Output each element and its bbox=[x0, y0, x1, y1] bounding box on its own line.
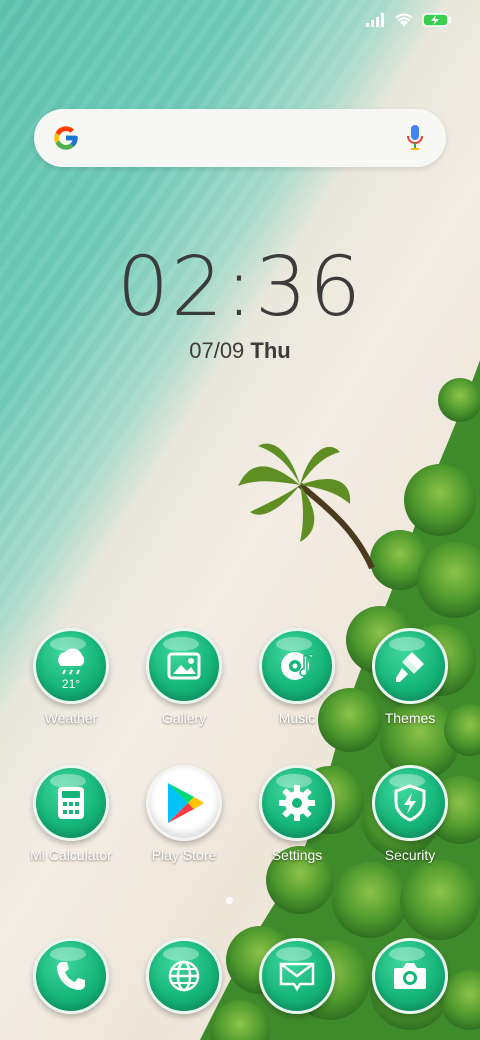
camera-icon bbox=[372, 938, 448, 1014]
app-security[interactable]: Security bbox=[355, 765, 465, 863]
dock-browser[interactable] bbox=[129, 938, 239, 1014]
date-text: 07/09 bbox=[189, 338, 245, 363]
paintbrush-icon bbox=[372, 628, 448, 704]
signal-icon bbox=[366, 13, 384, 27]
day-text: Thu bbox=[250, 338, 291, 363]
app-label: Music bbox=[278, 710, 316, 726]
app-mi-calculator[interactable]: Mi Calculator bbox=[16, 765, 126, 863]
app-label: Themes bbox=[384, 710, 436, 726]
dock-camera[interactable] bbox=[355, 938, 465, 1014]
app-label: Gallery bbox=[161, 710, 207, 726]
messages-envelope-icon bbox=[259, 938, 335, 1014]
search-bar[interactable] bbox=[34, 109, 446, 167]
clock-date[interactable]: 07/09 Thu bbox=[0, 338, 480, 364]
music-disc-icon bbox=[259, 628, 335, 704]
google-logo[interactable] bbox=[52, 124, 80, 152]
page-indicator bbox=[226, 897, 233, 904]
microphone-icon[interactable] bbox=[406, 124, 424, 152]
app-label: Security bbox=[384, 847, 436, 863]
battery-charging-icon bbox=[422, 13, 451, 27]
status-bar bbox=[0, 0, 480, 40]
page-dot-active bbox=[226, 897, 233, 904]
weather-cloud-rain-icon: 21° bbox=[33, 628, 109, 704]
calculator-icon bbox=[33, 765, 109, 841]
dock-messages[interactable] bbox=[242, 938, 352, 1014]
dock-phone[interactable] bbox=[16, 938, 126, 1014]
app-label: Play Store bbox=[151, 847, 217, 863]
browser-globe-icon bbox=[146, 938, 222, 1014]
app-label: Mi Calculator bbox=[30, 847, 112, 863]
weather-temp: 21° bbox=[61, 677, 81, 691]
app-label: Weather bbox=[44, 710, 98, 726]
app-play-store[interactable]: Play Store bbox=[129, 765, 239, 863]
phone-icon bbox=[33, 938, 109, 1014]
wifi-icon bbox=[395, 13, 413, 27]
image-icon bbox=[146, 628, 222, 704]
app-themes[interactable]: Themes bbox=[355, 628, 465, 726]
app-settings[interactable]: Settings bbox=[242, 765, 352, 863]
app-label: Settings bbox=[271, 847, 323, 863]
app-gallery[interactable]: Gallery bbox=[129, 628, 239, 726]
shield-lightning-icon bbox=[372, 765, 448, 841]
gear-icon bbox=[259, 765, 335, 841]
app-music[interactable]: Music bbox=[242, 628, 352, 726]
app-weather[interactable]: 21° Weather bbox=[16, 628, 126, 726]
clock-time[interactable]: 02:36 bbox=[0, 240, 480, 335]
play-store-icon bbox=[146, 765, 222, 841]
